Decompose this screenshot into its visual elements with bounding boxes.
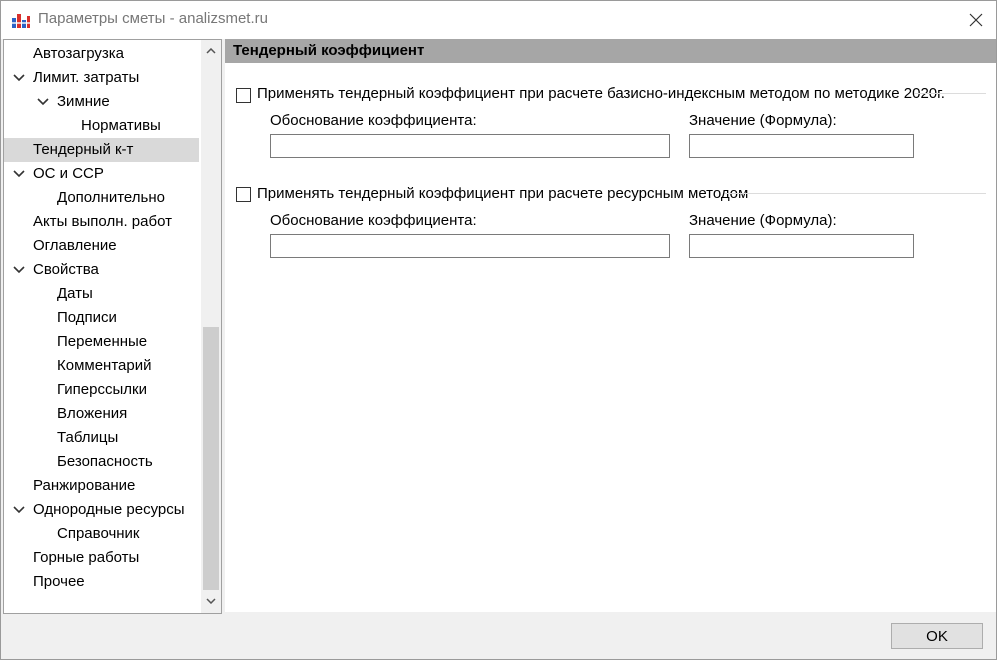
group2-divider	[725, 193, 986, 194]
settings-content: Тендерный коэффициент Применять тендерны…	[225, 39, 996, 612]
tree-item-label: Автозагрузка	[33, 45, 124, 62]
tree-item-label: Справочник	[57, 525, 140, 542]
tree-item[interactable]: Переменные	[4, 330, 199, 354]
tree-item[interactable]: Прочее	[4, 570, 199, 594]
ok-button[interactable]: OK	[891, 623, 983, 649]
tree-item[interactable]: Зимние	[4, 90, 199, 114]
group1-divider	[914, 93, 986, 94]
tree-item[interactable]: Даты	[4, 282, 199, 306]
tree-item-label: Безопасность	[57, 453, 153, 470]
tree-item-label: Прочее	[33, 573, 85, 590]
tree-item-label: Акты выполн. работ	[33, 213, 172, 230]
tree-item[interactable]: Комментарий	[4, 354, 199, 378]
group2-value-input[interactable]	[689, 234, 914, 258]
tree-item[interactable]: Безопасность	[4, 450, 199, 474]
group1-justification-label: Обоснование коэффициента:	[270, 112, 477, 129]
tree-item-label: Оглавление	[33, 237, 117, 254]
tree-item[interactable]: Оглавление	[4, 234, 199, 258]
chevron-up-icon	[206, 48, 216, 54]
tree-item-label: Нормативы	[81, 117, 161, 134]
close-button[interactable]	[956, 5, 996, 35]
tree-item[interactable]: Горные работы	[4, 546, 199, 570]
tree-item-label: Даты	[57, 285, 93, 302]
tree-item-label: Однородные ресурсы	[33, 501, 185, 518]
tree-item[interactable]: Таблицы	[4, 426, 199, 450]
scroll-thumb[interactable]	[203, 327, 219, 590]
title-bar: Параметры сметы - analizsmet.ru	[1, 1, 996, 39]
resource-method-checkbox-label[interactable]: Применять тендерный коэффициент при расч…	[257, 185, 748, 202]
tree-item[interactable]: Гиперссылки	[4, 378, 199, 402]
tree-item-label: Свойства	[33, 261, 99, 278]
tree-item[interactable]: ОС и ССР	[4, 162, 199, 186]
group1-value-label: Значение (Формула):	[689, 112, 837, 129]
tree-item[interactable]: Дополнительно	[4, 186, 199, 210]
chevron-down-icon[interactable]	[36, 90, 50, 114]
group1-value-input[interactable]	[689, 134, 914, 158]
tree-item[interactable]: Ранжирование	[4, 474, 199, 498]
group2-justification-input[interactable]	[270, 234, 670, 258]
basis-index-checkbox-label[interactable]: Применять тендерный коэффициент при расч…	[257, 85, 945, 102]
tree-item[interactable]: Свойства	[4, 258, 199, 282]
window-title: Параметры сметы - analizsmet.ru	[38, 10, 268, 27]
tree-item[interactable]: Подписи	[4, 306, 199, 330]
tree-item[interactable]: Лимит. затраты	[4, 66, 199, 90]
chevron-down-icon[interactable]	[12, 162, 26, 186]
close-icon	[969, 13, 983, 27]
scroll-down-button[interactable]	[201, 590, 221, 612]
tree-item[interactable]: Справочник	[4, 522, 199, 546]
tree-item[interactable]: Однородные ресурсы	[4, 498, 199, 522]
tree-item-label: Лимит. затраты	[33, 69, 140, 86]
tree-item-label: Комментарий	[57, 357, 152, 374]
basis-index-checkbox[interactable]	[236, 88, 251, 103]
tree-item-label: Таблицы	[57, 429, 119, 446]
tree-item[interactable]: Акты выполн. работ	[4, 210, 199, 234]
tree-item[interactable]: Нормативы	[4, 114, 199, 138]
tree-item-label: Ранжирование	[33, 477, 136, 494]
tree-item[interactable]: Тендерный к-т	[4, 138, 199, 162]
chevron-down-icon[interactable]	[12, 258, 26, 282]
chevron-down-icon[interactable]	[12, 498, 26, 522]
tree-item-label: Гиперссылки	[57, 381, 147, 398]
app-icon	[12, 14, 30, 28]
tree-item-label: Зимние	[57, 93, 110, 110]
resource-method-checkbox[interactable]	[236, 187, 251, 202]
group2-value-label: Значение (Формула):	[689, 212, 837, 229]
tree-item-label: Горные работы	[33, 549, 140, 566]
section-header: Тендерный коэффициент	[225, 39, 996, 63]
tree-scrollbar[interactable]	[201, 40, 221, 613]
tree-item-label: Тендерный к-т	[33, 141, 134, 158]
group1-justification-input[interactable]	[270, 134, 670, 158]
chevron-down-icon	[206, 598, 216, 604]
section-title: Тендерный коэффициент	[233, 42, 425, 59]
settings-window: Параметры сметы - analizsmet.ru Автозагр…	[0, 0, 997, 660]
chevron-down-icon[interactable]	[12, 66, 26, 90]
tree-item-label: Переменные	[57, 333, 148, 350]
tree-item-label: Дополнительно	[57, 189, 165, 206]
tree-item[interactable]: Вложения	[4, 402, 199, 426]
tree-item-label: Подписи	[57, 309, 117, 326]
settings-tree[interactable]: Автозагрузка Лимит. затраты Зимние Норматив…	[3, 39, 222, 614]
tree-item-label: Вложения	[57, 405, 128, 422]
group2-justification-label: Обоснование коэффициента:	[270, 212, 477, 229]
tree-item[interactable]: Автозагрузка	[4, 42, 199, 66]
scroll-up-button[interactable]	[201, 40, 221, 62]
tree-item-label: ОС и ССР	[33, 165, 104, 182]
